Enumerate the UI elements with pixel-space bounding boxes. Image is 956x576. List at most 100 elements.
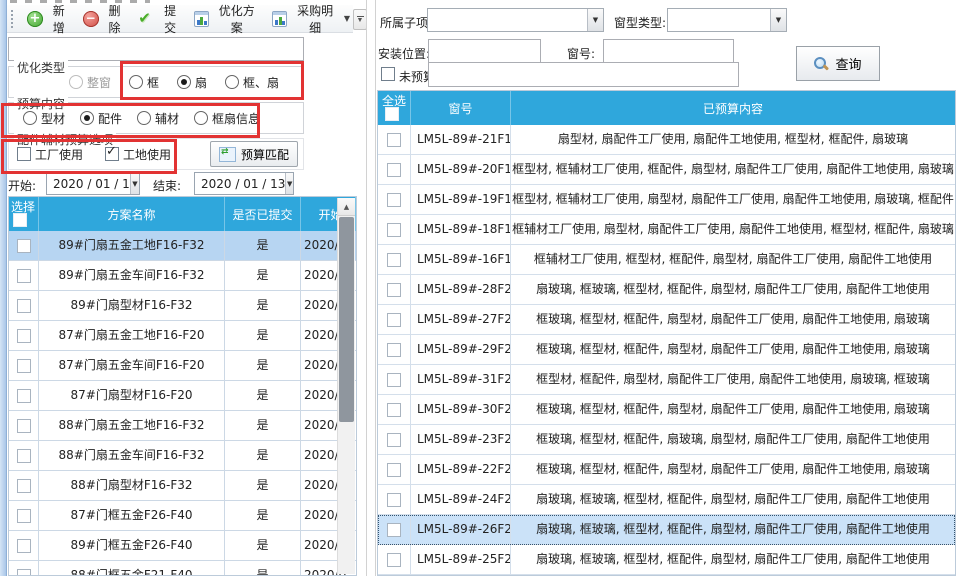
toolbar-grip[interactable] [11, 10, 15, 28]
radio-option[interactable]: 框扇信息 [194, 110, 260, 127]
row-checkbox[interactable] [387, 283, 401, 297]
toolbar-overflow-button[interactable]: ▼ [353, 9, 367, 30]
window-type-combo[interactable]: ▼ [667, 8, 787, 32]
table-row[interactable]: LM5L-89#-31F29 框型材, 框配件, 扇型材, 扇配件工厂使用, 扇… [378, 365, 955, 395]
row-checkbox[interactable] [17, 239, 31, 253]
table-row[interactable]: LM5L-89#-22F20 框玻璃, 框型材, 框配件, 扇型材, 扇配件工厂… [378, 455, 955, 485]
row-checkbox[interactable] [387, 253, 401, 267]
scrollbar-thumb[interactable] [339, 217, 354, 422]
checkbox-icon[interactable] [105, 147, 119, 161]
row-checkbox[interactable] [387, 433, 401, 447]
radio-option[interactable]: 框、扇 [225, 74, 279, 91]
table-row[interactable]: 89#门框五金F26-F40 是 2020/0 [9, 531, 356, 561]
row-checkbox[interactable] [387, 223, 401, 237]
radio-icon[interactable] [137, 111, 151, 125]
checkbox-option[interactable]: 工厂使用 [17, 146, 83, 163]
row-checkbox[interactable] [387, 493, 401, 507]
radio-option[interactable]: 配件 [80, 110, 122, 127]
row-checkbox[interactable] [387, 463, 401, 477]
row-checkbox[interactable] [17, 389, 31, 403]
plan-filter-input[interactable] [8, 37, 304, 61]
table-row[interactable]: LM5L-89#-19F17 框型材, 框辅材工厂使用, 扇型材, 扇配件工厂使… [378, 185, 955, 215]
table-row[interactable]: LM5L-89#-21F19 扇型材, 扇配件工厂使用, 扇配件工地使用, 框型… [378, 125, 955, 155]
table-row[interactable]: LM5L-89#-16F15 框辅材工厂使用, 框型材, 框配件, 扇型材, 扇… [378, 245, 955, 275]
no-budget-input[interactable] [428, 62, 739, 87]
table-row[interactable]: 89#门扇型材F16-F32 是 2020/0 [9, 291, 356, 321]
table-row[interactable]: 88#门扇型材F16-F32 是 2020/0 [9, 471, 356, 501]
query-button[interactable]: 查询 [796, 46, 880, 81]
radio-icon[interactable] [129, 75, 143, 89]
plan-name-column-header[interactable]: 方案名称 [39, 197, 225, 231]
radio-icon[interactable] [177, 75, 191, 89]
row-checkbox[interactable] [387, 193, 401, 207]
checkbox-option[interactable]: 工地使用 [105, 146, 171, 163]
radio-icon[interactable] [69, 75, 83, 89]
date-end-picker[interactable]: 2020 / 01 / 13 ▼ [194, 172, 294, 195]
row-checkbox[interactable] [17, 569, 31, 576]
scroll-up-arrow[interactable]: ▲ [338, 198, 355, 216]
row-checkbox[interactable] [17, 269, 31, 283]
select-all-checkbox[interactable] [13, 213, 27, 227]
row-checkbox[interactable] [387, 313, 401, 327]
radio-option[interactable]: 整窗 [69, 74, 111, 91]
table-row[interactable]: LM5L-89#-25F23 扇玻璃, 框玻璃, 框型材, 框配件, 扇型材, … [378, 545, 955, 575]
table-row[interactable]: 87#门扇型材F16-F20 是 2020/0 [9, 381, 356, 411]
row-checkbox[interactable] [387, 553, 401, 567]
row-checkbox[interactable] [387, 373, 401, 387]
row-checkbox[interactable] [17, 359, 31, 373]
row-checkbox[interactable] [387, 343, 401, 357]
table-row[interactable]: 87#门框五金F26-F40 是 2020/0 [9, 501, 356, 531]
row-checkbox[interactable] [387, 403, 401, 417]
checkbox-icon[interactable] [17, 147, 31, 161]
date-start-picker[interactable]: 2020 / 01 / 1 ▼ [46, 172, 140, 195]
no-budget-checkbox[interactable] [381, 67, 395, 81]
table-row[interactable]: LM5L-89#-20F18 框型材, 框辅材工厂使用, 框配件, 扇型材, 扇… [378, 155, 955, 185]
budget-match-button[interactable]: 预算匹配 [210, 141, 298, 167]
purchase-detail-button[interactable]: 采购明细 ▼ [269, 0, 353, 38]
row-checkbox[interactable] [17, 539, 31, 553]
radio-option[interactable]: 型材 [23, 110, 65, 127]
table-row[interactable]: 89#门扇五金车间F16-F32 是 2020/0 [9, 261, 356, 291]
table-row[interactable]: LM5L-89#-30F28 框玻璃, 框型材, 框配件, 扇型材, 扇配件工厂… [378, 395, 955, 425]
table-row[interactable]: LM5L-89#-28F26 扇玻璃, 框玻璃, 框型材, 框配件, 扇型材, … [378, 275, 955, 305]
row-checkbox[interactable] [17, 329, 31, 343]
radio-icon[interactable] [194, 111, 208, 125]
select-all-checkbox[interactable] [385, 107, 399, 121]
panel-splitter[interactable] [375, 0, 376, 576]
row-checkbox[interactable] [17, 299, 31, 313]
window-no-input[interactable] [603, 39, 734, 63]
chevron-down-icon[interactable]: ▼ [587, 9, 603, 31]
add-button[interactable]: 新增 [24, 0, 74, 38]
table-row[interactable]: 88#门框五金F21-F40 是 2020/0 [9, 561, 356, 576]
chevron-down-icon[interactable]: ▼ [285, 173, 293, 194]
budgeted-content-column-header[interactable]: 已预算内容 [511, 91, 955, 125]
table-row[interactable]: 89#门扇五金工地F16-F32 是 2020/0 [9, 231, 356, 261]
table-row[interactable]: LM5L-89#-27F25 框玻璃, 框型材, 框配件, 扇型材, 扇配件工厂… [378, 305, 955, 335]
table-row[interactable]: LM5L-89#-24F22 扇玻璃, 框玻璃, 框型材, 框配件, 扇型材, … [378, 485, 955, 515]
table-row[interactable]: 87#门扇五金工地F16-F20 是 2020/0 [9, 321, 356, 351]
optimize-plan-button[interactable]: 优化方案 [191, 0, 263, 38]
panel-splitter[interactable] [366, 0, 367, 576]
vertical-scrollbar[interactable]: ▲ [337, 198, 355, 574]
submitted-column-header[interactable]: 是否已提交 [225, 197, 301, 231]
row-checkbox[interactable] [17, 479, 31, 493]
row-checkbox[interactable] [17, 449, 31, 463]
radio-icon[interactable] [225, 75, 239, 89]
table-row[interactable]: LM5L-89#-29F27 框玻璃, 框型材, 框配件, 扇型材, 扇配件工厂… [378, 335, 955, 365]
row-checkbox[interactable] [387, 163, 401, 177]
row-checkbox[interactable] [387, 133, 401, 147]
table-row[interactable]: LM5L-89#-23F21 框玻璃, 框型材, 框配件, 扇玻璃, 扇型材, … [378, 425, 955, 455]
row-checkbox[interactable] [17, 509, 31, 523]
chevron-down-icon[interactable]: ▼ [770, 9, 786, 31]
submit-button[interactable]: 提交 [135, 0, 185, 38]
table-row[interactable]: 87#门扇五金车间F16-F20 是 2020/0 [9, 351, 356, 381]
table-row[interactable]: LM5L-89#-18F16 框辅材工厂使用, 扇型材, 扇配件工厂使用, 扇配… [378, 215, 955, 245]
radio-option[interactable]: 辅材 [137, 110, 179, 127]
window-no-column-header[interactable]: 窗号 [411, 91, 511, 125]
chevron-down-icon[interactable]: ▼ [130, 173, 139, 194]
radio-icon[interactable] [80, 111, 94, 125]
radio-option[interactable]: 框 [129, 74, 159, 91]
row-checkbox[interactable] [387, 523, 401, 537]
install-position-input[interactable] [428, 39, 541, 63]
sub-item-combo[interactable]: ▼ [427, 8, 604, 32]
